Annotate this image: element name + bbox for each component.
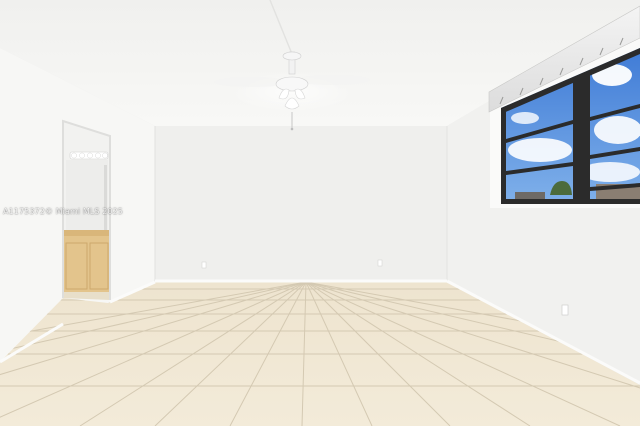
window-frame — [501, 199, 640, 204]
vanity-bulb — [102, 152, 108, 159]
window-frame — [501, 108, 506, 203]
wall-outlet — [561, 304, 569, 316]
bath-mirror-edge — [104, 165, 107, 230]
vanity-bulb — [95, 152, 101, 159]
wall-outlet — [201, 261, 207, 269]
room-photo: A1175372© Miami MLS 2025 — [0, 0, 640, 426]
window-mullion — [573, 71, 590, 203]
vanity-bulb — [79, 152, 85, 159]
wall-outlet — [377, 259, 383, 267]
back-wall — [155, 126, 447, 282]
cloud — [594, 116, 640, 144]
vanity-bulb — [87, 152, 93, 159]
vanity-bulb — [71, 152, 77, 159]
photo-watermark: A1175372© Miami MLS 2025 — [3, 207, 123, 216]
bath-back-wall — [66, 160, 108, 230]
cloud — [511, 112, 539, 124]
cloud — [508, 138, 572, 162]
vanity-countertop — [64, 230, 110, 236]
